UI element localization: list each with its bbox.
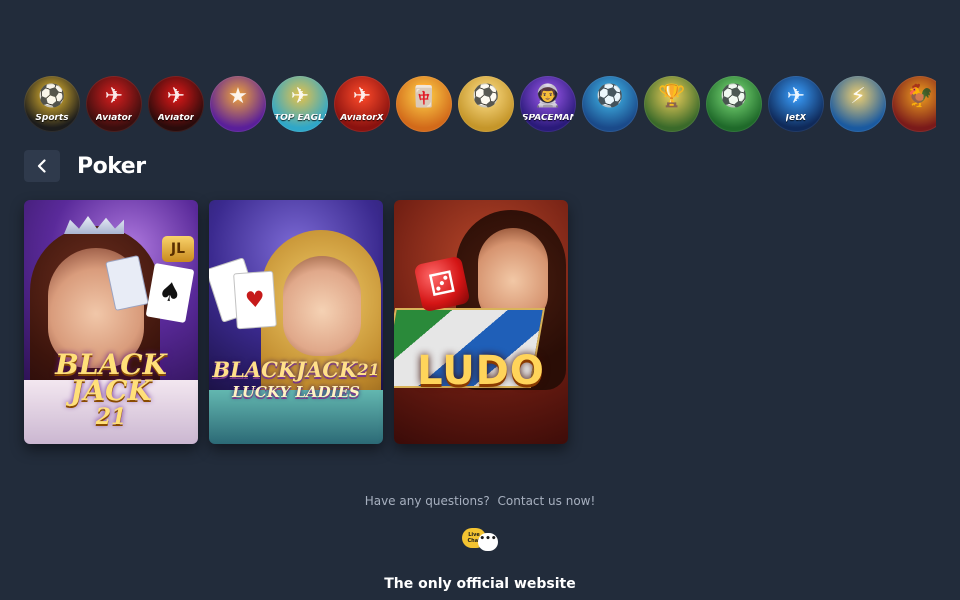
game-shortcut[interactable]: ✈ JetX [768,76,824,132]
game-shortcut[interactable]: ★ [210,76,266,132]
games-strip: ⚽ Sports ✈ Aviator ✈ Aviator ★ ✈ TOP EAGLE ✈ Aviat… [24,76,936,132]
game-card-blackjack[interactable]: ♠ JL BLACK JACK 21 [24,200,198,444]
game-shortcut[interactable]: ✈ AviatorX [334,76,390,132]
jetx-icon: ✈ [786,84,806,109]
game-shortcut[interactable]: ✈ Aviator [86,76,142,132]
game-shortcut[interactable]: ✈ TOP EAGLE [272,76,328,132]
champions-league-icon: ⚽ [472,84,500,109]
turbo-league-icon: ⚽ [596,84,624,109]
game-grid: ♠ JL BLACK JACK 21 ♥ BLACKJACK21 LUCKY LA… [24,200,568,444]
game-shortcut[interactable]: ⚽ [458,76,514,132]
league-soccer-icon: ⚽ [720,84,748,109]
game-title-number: 21 [357,360,380,379]
red-plane-icon: ✈ [166,84,186,109]
contact-link[interactable]: Contact us now! [498,494,596,508]
game-shortcut[interactable]: ⚽ [706,76,762,132]
game-shortcut[interactable]: ✈ Aviator [148,76,204,132]
game-shortcut[interactable]: 🐓 [892,76,936,132]
mahjong-tiles-icon: 🀄 [410,84,438,109]
game-title: BLACKJACK21 LUCKY LADIES [209,357,383,402]
game-shortcut-label: Aviator [157,113,195,123]
back-button[interactable] [24,150,60,182]
game-shortcut[interactable]: 👨‍🚀 SPACEMAN [520,76,576,132]
section-header: Poker [24,150,146,182]
contact-line: Have any questions? Contact us now! [0,494,960,508]
card-artwork-face [283,256,361,356]
game-subtitle: LUCKY LADIES [232,383,360,401]
zeus-icon: ⚡ [850,84,866,109]
game-shortcut[interactable]: 🀄 [396,76,452,132]
game-title-line2: JACK [70,374,152,407]
world-cup-icon: 🏆 [658,84,686,109]
propeller-plane-icon: ✈ [290,84,310,109]
chat-dots-icon: ••• [478,533,498,551]
official-site-label: The only official website [384,576,576,592]
astronaut-icon: 👨‍🚀 [534,84,562,109]
game-title-line1: BLACKJACK [212,357,358,382]
contact-question: Have any questions? [364,494,490,508]
game-title: BLACK JACK 21 [24,351,198,431]
game-shortcut-label: Aviator [95,113,133,123]
chevron-left-icon [37,159,46,173]
game-shortcut[interactable]: ⚽ Sports [24,76,80,132]
jet-plane-icon: ✈ [352,84,372,109]
page-title: Poker [77,153,146,179]
game-shortcut-label: JetX [785,113,807,123]
game-shortcut-label: SPACEMAN [522,113,574,123]
soccer-ball-icon: ⚽ [38,84,66,109]
game-shortcut[interactable]: 🏆 [644,76,700,132]
game-card-ludo[interactable]: ⚂ LUDO [394,200,568,444]
game-shortcut-label: TOP EAGLE [274,113,326,123]
game-card-blackjack-lucky-ladies[interactable]: ♥ BLACKJACK21 LUCKY LADIES [209,200,383,444]
game-title-number: 21 [95,404,127,430]
game-shortcut-label: AviatorX [340,113,384,123]
red-plane-icon: ✈ [104,84,124,109]
rooster-icon: 🐓 [906,84,934,109]
game-shortcut[interactable]: ⚡ [830,76,886,132]
heart-card-icon: ♥ [233,270,277,330]
live-chat-button[interactable]: Live Chat ••• [460,526,500,554]
game-shortcut-label: Sports [35,113,69,123]
provider-badge: JL [162,236,194,262]
dice-icon: ⚂ [413,255,471,313]
game-logo-icon: ★ [228,84,248,109]
game-shortcut[interactable]: ⚽ [582,76,638,132]
game-title: LUDO [417,348,545,394]
